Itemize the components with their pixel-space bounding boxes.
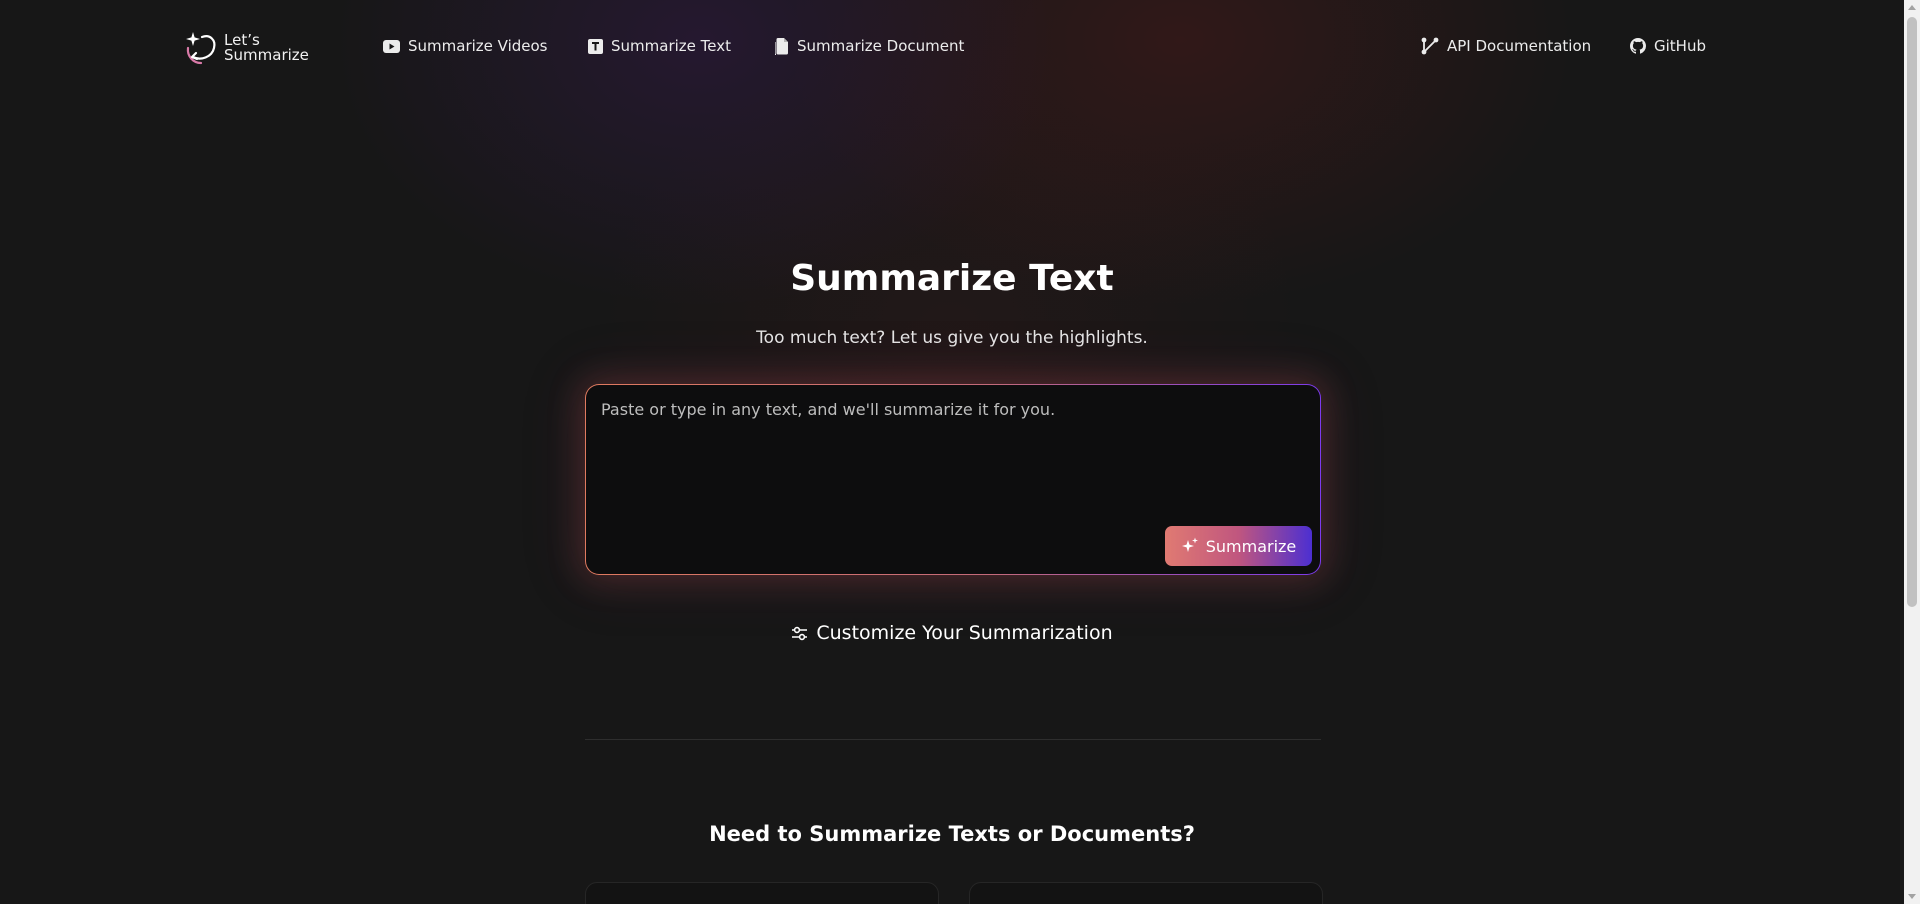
youtube-icon bbox=[383, 39, 400, 53]
text-icon bbox=[588, 38, 603, 54]
customize-summarization-label: Customize Your Summarization bbox=[816, 622, 1113, 644]
nav-api-documentation[interactable]: API Documentation bbox=[1421, 37, 1591, 55]
sparkle-loop-logo-icon bbox=[186, 32, 216, 65]
customize-summarization-toggle[interactable]: Customize Your Summarization bbox=[0, 622, 1904, 644]
sliders-icon bbox=[792, 626, 808, 640]
section-divider bbox=[585, 739, 1321, 740]
api-icon bbox=[1421, 37, 1439, 55]
nav-summarize-videos-label: Summarize Videos bbox=[408, 37, 548, 55]
nav-github-label: GitHub bbox=[1654, 37, 1706, 55]
nav-summarize-videos[interactable]: Summarize Videos bbox=[383, 37, 548, 55]
scroll-down-arrow-icon[interactable] bbox=[1908, 894, 1916, 899]
summarize-button-label: Summarize bbox=[1205, 536, 1297, 556]
brand-name: Let’s Summarize bbox=[224, 33, 309, 63]
sparkle-icon bbox=[1181, 537, 1198, 552]
brand-logo-link[interactable]: Let’s Summarize bbox=[184, 30, 309, 66]
feature-card-text[interactable] bbox=[585, 882, 939, 904]
document-icon bbox=[775, 37, 788, 55]
summarize-button[interactable]: Summarize bbox=[1165, 526, 1312, 566]
nav-summarize-text[interactable]: Summarize Text bbox=[588, 37, 731, 55]
page-title: Summarize Text bbox=[790, 258, 1114, 299]
nav-summarize-document-label: Summarize Document bbox=[797, 37, 965, 55]
top-nav: Let’s Summarize Summarize Videos Summari… bbox=[0, 0, 1904, 96]
github-icon bbox=[1630, 38, 1646, 54]
text-input-card-inner: Summarize bbox=[586, 385, 1320, 574]
feature-card-document[interactable] bbox=[969, 882, 1323, 904]
page-scrollbar[interactable] bbox=[1904, 0, 1920, 904]
text-input-card: Summarize bbox=[585, 384, 1321, 575]
page-subtitle: Too much text? Let us give you the highl… bbox=[756, 328, 1148, 348]
nav-api-documentation-label: API Documentation bbox=[1447, 37, 1592, 55]
nav-summarize-document[interactable]: Summarize Document bbox=[775, 37, 964, 55]
nav-github[interactable]: GitHub bbox=[1630, 37, 1706, 55]
section-title: Need to Summarize Texts or Documents? bbox=[709, 822, 1195, 846]
scroll-up-arrow-icon[interactable] bbox=[1908, 5, 1916, 10]
nav-summarize-text-label: Summarize Text bbox=[611, 37, 731, 55]
page: Let’s Summarize Summarize Videos Summari… bbox=[0, 0, 1920, 904]
text-input[interactable] bbox=[601, 399, 1301, 509]
scrollbar-thumb[interactable] bbox=[1907, 17, 1917, 607]
brand-name-line2: Summarize bbox=[224, 46, 309, 64]
